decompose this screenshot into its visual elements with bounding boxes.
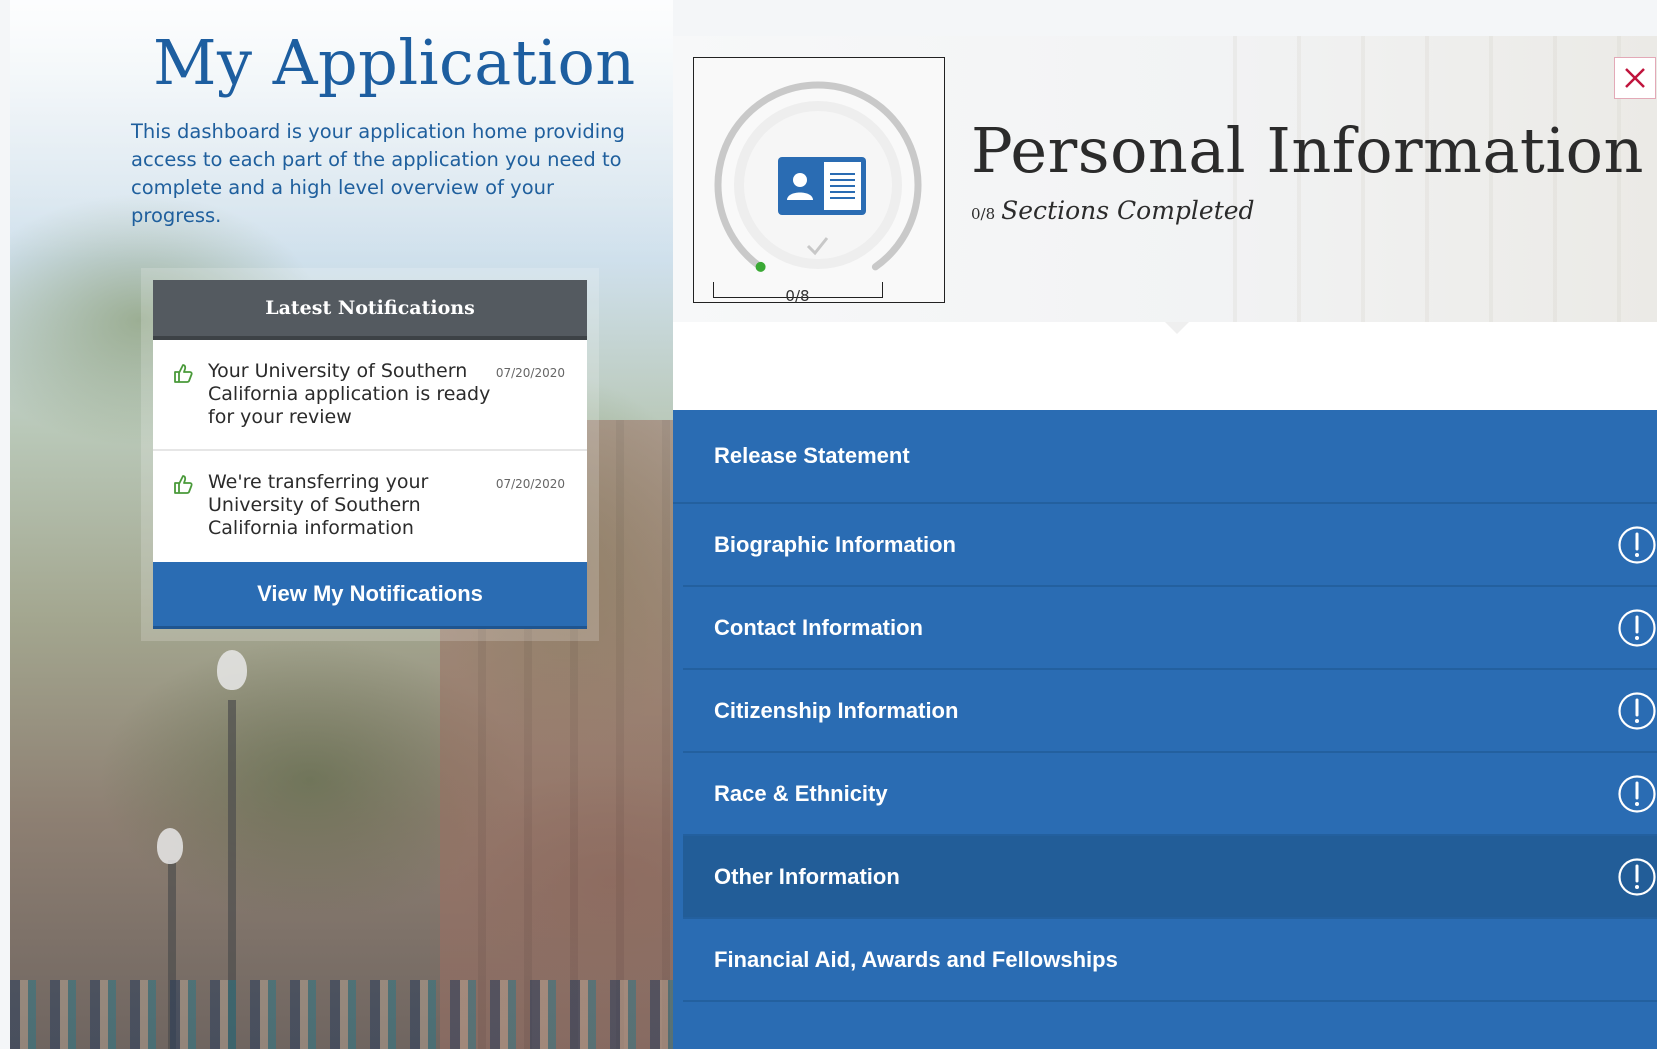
- header-pointer: [1165, 322, 1189, 334]
- subsection-label: Contact Information: [714, 614, 923, 640]
- alert-icon: [1618, 526, 1656, 564]
- page-title: My Application: [153, 26, 636, 99]
- sections-completed: 0/8 Sections Completed: [971, 196, 1255, 225]
- subsection-label: Biographic Information: [714, 531, 956, 557]
- subsection-other-information[interactable]: Other Information: [683, 836, 1657, 919]
- students-crowd: [10, 980, 673, 1049]
- section-title: Personal Information: [971, 114, 1644, 187]
- lamp-globe: [217, 650, 247, 690]
- subsection-race-ethnicity[interactable]: Race & Ethnicity: [683, 753, 1657, 836]
- subsection-label: Race & Ethnicity: [714, 780, 888, 806]
- alert-icon: [1618, 775, 1656, 813]
- notification-item[interactable]: Your University of Southern California a…: [153, 340, 587, 451]
- page-description: This dashboard is your application home …: [131, 120, 625, 227]
- progress-start-dot: [755, 261, 766, 272]
- subsection-biographic-information[interactable]: Biographic Information: [683, 504, 1657, 587]
- notification-date: 07/20/2020: [495, 477, 565, 491]
- notification-item[interactable]: We're transferring your University of So…: [153, 451, 587, 562]
- notifications-panel: Latest Notifications Your University of …: [153, 280, 587, 629]
- notification-text: Your University of Southern California a…: [208, 360, 491, 428]
- id-card-icon: [778, 157, 866, 215]
- lamp-globe: [157, 828, 183, 864]
- progress-ring: [714, 81, 922, 272]
- notifications-header: Latest Notifications: [153, 280, 587, 340]
- subsection-citizenship-information[interactable]: Citizenship Information: [683, 670, 1657, 753]
- subsection-label: Release Statement: [714, 443, 910, 468]
- notification-date: 07/20/2020: [495, 366, 565, 380]
- section-panel: 0/8 Personal Information 0/8 Sections Com…: [673, 36, 1657, 1049]
- notification-text: We're transferring your University of So…: [208, 471, 429, 539]
- close-button[interactable]: [1614, 57, 1656, 99]
- view-notifications-button[interactable]: View My Notifications: [153, 562, 587, 629]
- subsection-financial-aid[interactable]: Financial Aid, Awards and Fellowships: [683, 919, 1657, 1002]
- subsection-release-statement[interactable]: Release Statement: [673, 410, 1657, 504]
- notifications-list: Your University of Southern California a…: [153, 340, 587, 562]
- thumbs-up-icon: [174, 475, 193, 494]
- subsection-label: Financial Aid, Awards and Fellowships: [714, 946, 1118, 972]
- subsection-contact-information[interactable]: Contact Information: [683, 587, 1657, 670]
- subsection-list: Release Statement Biographic Information…: [673, 410, 1657, 1049]
- sections-completed-label: Sections Completed: [1001, 196, 1255, 225]
- sections-completed-count: 0/8: [971, 205, 996, 223]
- progress-card: [693, 57, 945, 303]
- subsection-label: Other Information: [714, 863, 900, 889]
- alert-icon: [1618, 692, 1656, 730]
- close-icon: [1625, 68, 1645, 88]
- subsection-label: Citizenship Information: [714, 697, 959, 723]
- progress-count: 0/8: [785, 287, 810, 305]
- alert-icon: [1618, 858, 1656, 896]
- thumbs-up-icon: [174, 364, 193, 383]
- alert-icon: [1618, 609, 1656, 647]
